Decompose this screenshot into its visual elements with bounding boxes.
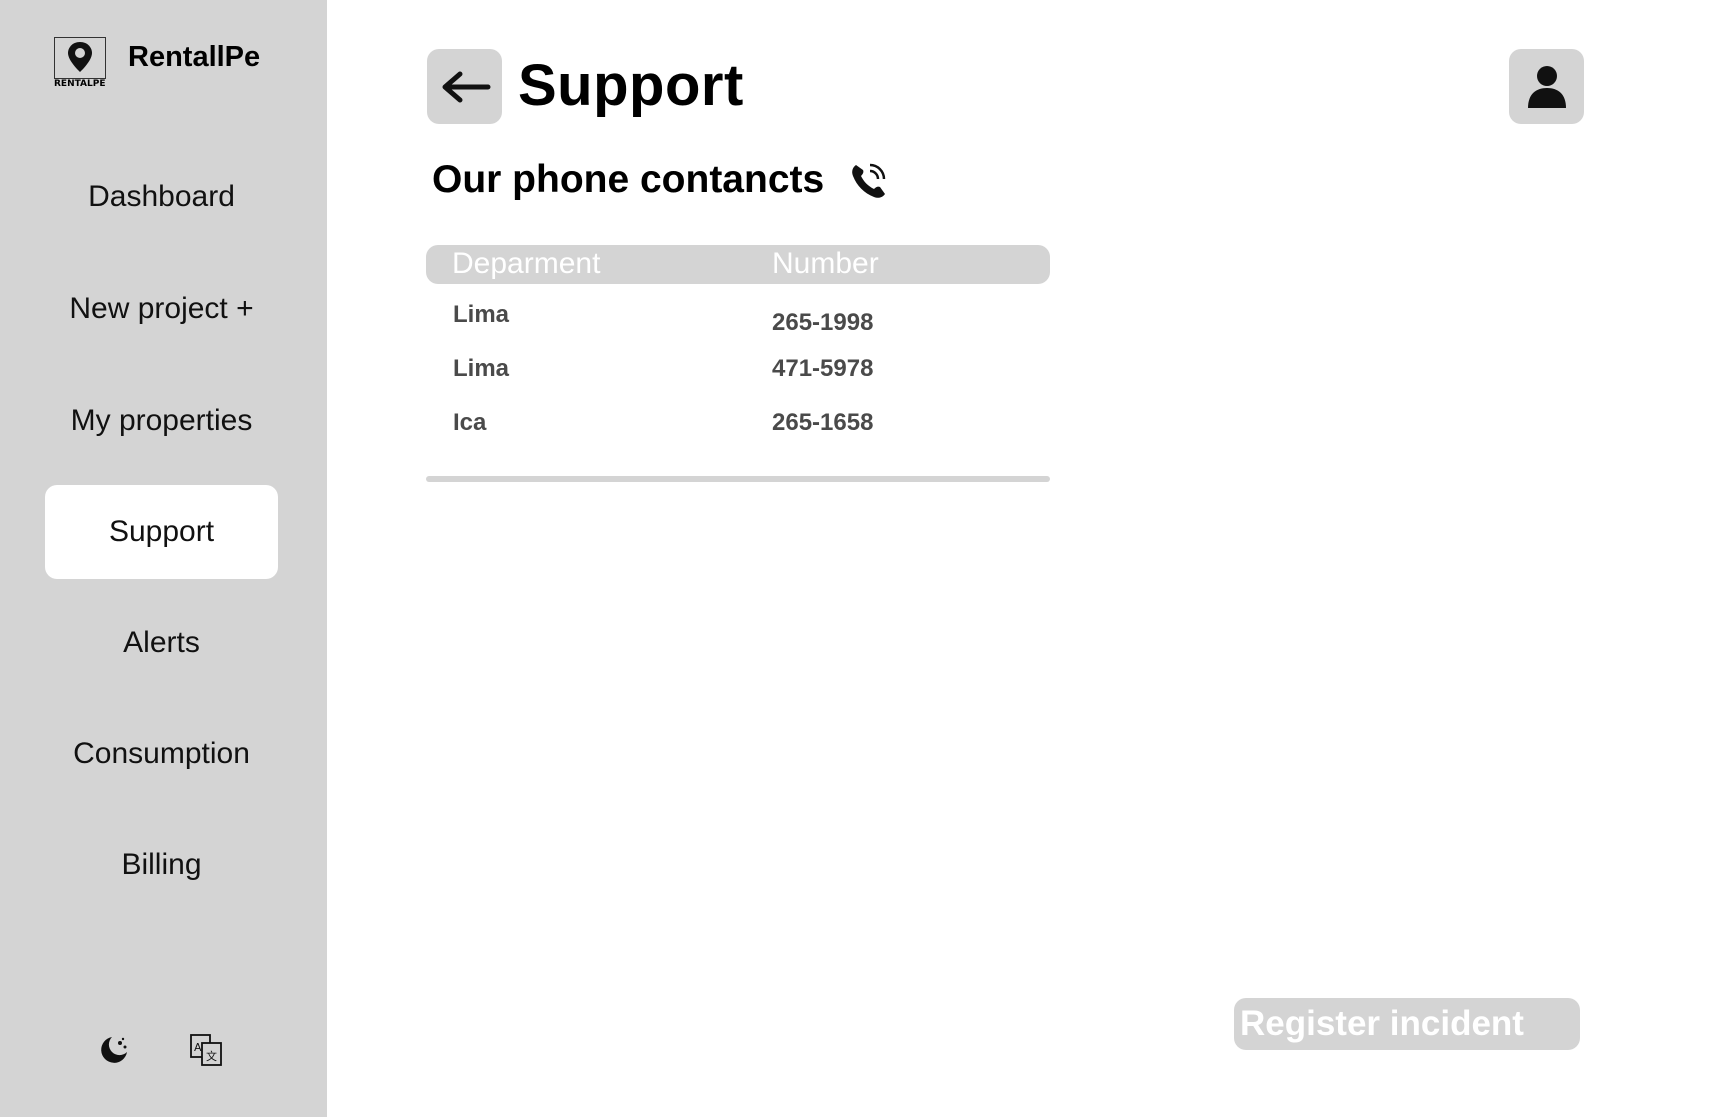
arrow-left-icon: [442, 71, 490, 102]
logo-frame: [54, 37, 106, 79]
brand[interactable]: RENTALPE RentallPe: [54, 37, 260, 92]
contacts-table: Deparment Number Lima 265-1998 Lima 471-…: [426, 245, 1050, 463]
section-title-text: Our phone contancts: [432, 158, 825, 201]
page-title: Support: [518, 53, 744, 118]
svg-text:文: 文: [206, 1049, 217, 1063]
sidebar-item-label: Consumption: [73, 737, 250, 770]
sidebar-bottom-icons: A 文: [96, 1032, 224, 1068]
cell-number: 265-1658: [772, 409, 874, 436]
location-pin-icon: [68, 42, 92, 72]
sidebar-item-label: My properties: [70, 404, 253, 437]
brand-logo: RENTALPE: [54, 37, 106, 92]
logo-wordmark: RENTALPE: [54, 79, 106, 89]
back-button[interactable]: [427, 49, 502, 124]
sidebar-item-label: New project +: [69, 292, 254, 325]
cell-number: 265-1998: [772, 309, 874, 336]
section-title: Our phone contancts: [432, 158, 890, 202]
sidebar-item-label: Billing: [121, 848, 202, 881]
sidebar-item-label: Support: [108, 515, 215, 548]
sidebar-item-support[interactable]: Support: [45, 485, 278, 579]
cell-department: Lima: [453, 301, 510, 328]
sidebar-item-billing[interactable]: Billing: [45, 818, 278, 912]
cell-department: Lima: [453, 355, 510, 382]
sidebar-item-dashboard[interactable]: Dashboard: [45, 150, 278, 244]
cell-number: 471-5978: [772, 355, 874, 382]
sidebar-item-new-project[interactable]: New project +: [45, 262, 278, 356]
cell-department: Ica: [453, 409, 487, 436]
sidebar: RENTALPE RentallPe Dashboard New project…: [0, 0, 327, 1117]
table-row: Ica 265-1658: [426, 409, 1050, 463]
profile-button[interactable]: [1509, 49, 1584, 124]
sidebar-item-alerts[interactable]: Alerts: [45, 596, 278, 690]
theme-icon[interactable]: [96, 1032, 132, 1068]
brand-name: RentallPe: [128, 41, 261, 73]
sidebar-item-label: Alerts: [123, 626, 200, 659]
column-header-department: Deparment: [452, 247, 601, 280]
svg-text:A: A: [194, 1041, 202, 1054]
user-icon: [1527, 65, 1566, 108]
sidebar-item-label: Dashboard: [88, 180, 235, 213]
table-row: Lima 471-5978: [426, 355, 1050, 409]
column-header-number: Number: [772, 247, 879, 280]
sidebar-item-consumption[interactable]: Consumption: [45, 707, 278, 801]
table-header: Deparment Number: [426, 245, 1050, 284]
translate-icon[interactable]: A 文: [188, 1032, 224, 1068]
sidebar-item-my-properties[interactable]: My properties: [45, 374, 278, 468]
table-footer-divider: [426, 476, 1050, 482]
phone-call-icon: [852, 163, 886, 198]
table-row: Lima 265-1998: [426, 301, 1050, 355]
register-incident-button[interactable]: Register incident: [1234, 998, 1580, 1050]
